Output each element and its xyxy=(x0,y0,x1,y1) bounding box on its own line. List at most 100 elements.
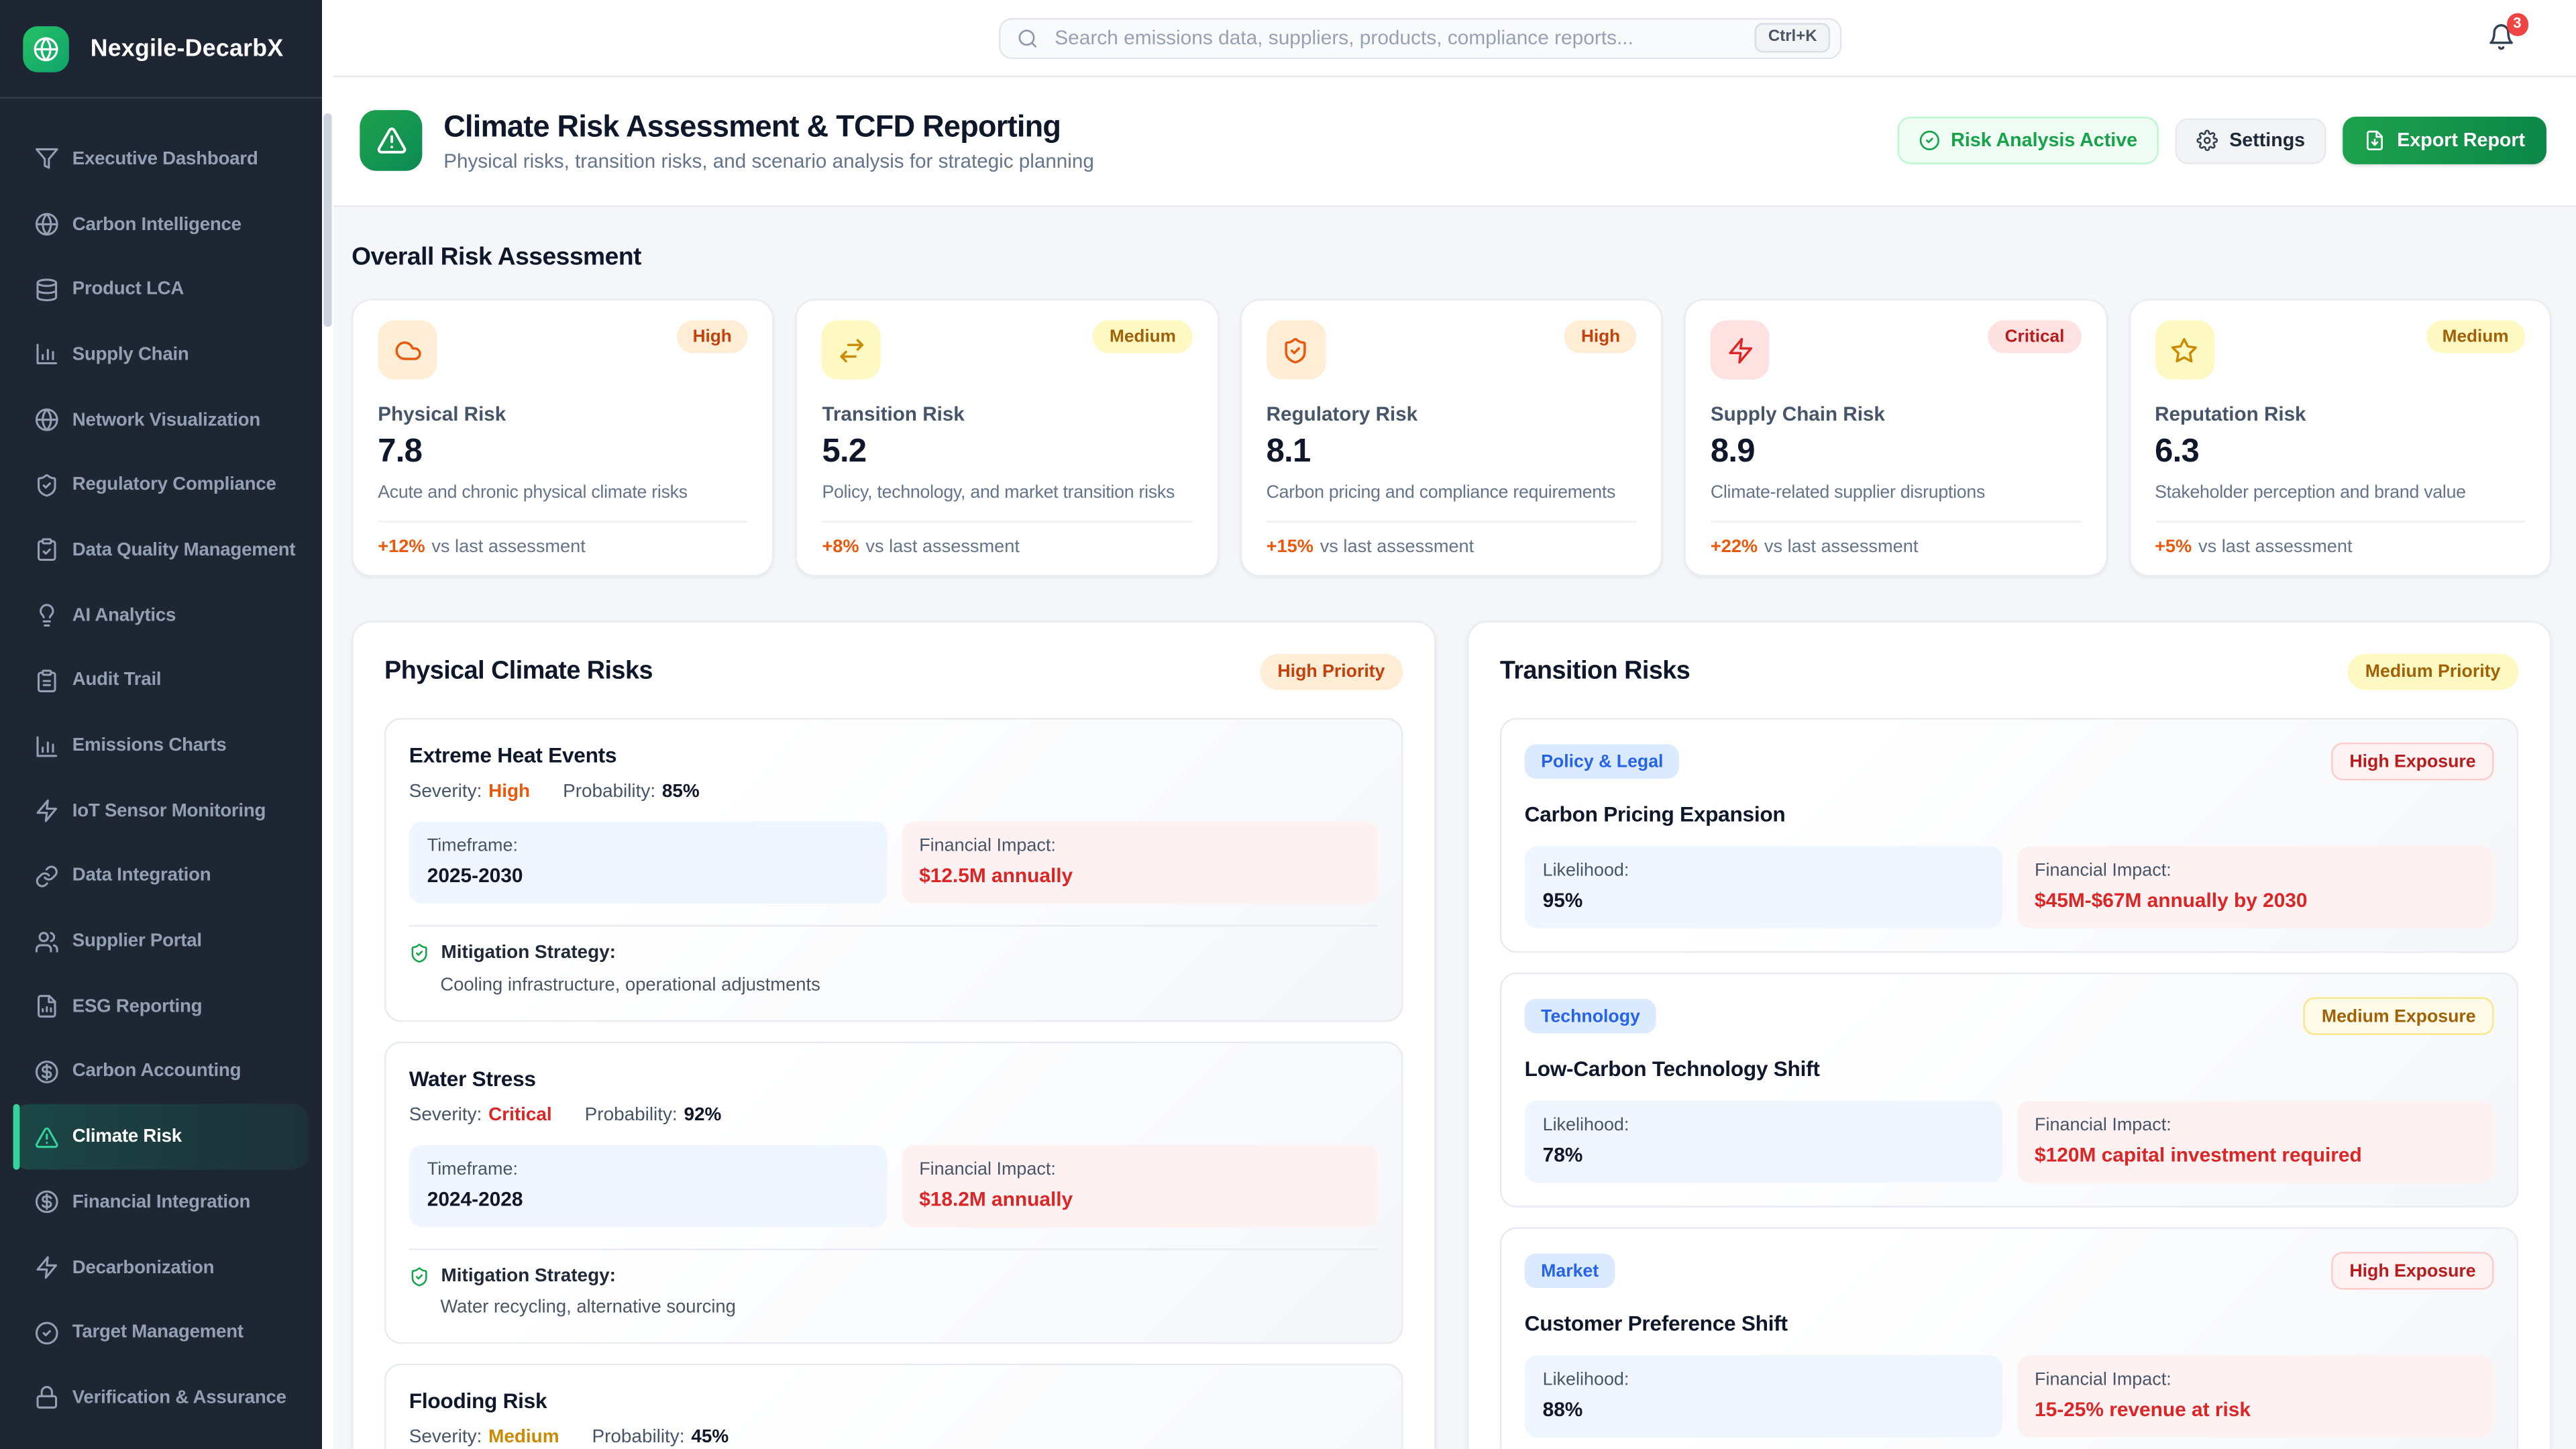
risk-card-title: Regulatory Risk xyxy=(1267,402,1637,425)
risk-summary-card: High Regulatory Risk 8.1 Carbon pricing … xyxy=(1240,299,1662,577)
sidebar-item[interactable]: Network Visualization xyxy=(13,387,309,452)
globe-icon xyxy=(33,36,59,62)
export-report-button[interactable]: Export Report xyxy=(2343,117,2546,164)
physical-risk-card: Flooding Risk Severity:Medium Probabilit… xyxy=(384,1364,1403,1449)
sidebar-item[interactable]: Data Integration xyxy=(13,844,309,909)
timeframe-value: 2025-2030 xyxy=(427,864,869,887)
global-search[interactable]: Ctrl+K xyxy=(999,17,1841,58)
category-badge: Policy & Legal xyxy=(1525,744,1680,778)
transition-risk-card: Technology Medium Exposure Low-Carbon Te… xyxy=(1500,973,2518,1208)
sidebar-item[interactable]: Decarbonization xyxy=(13,1235,309,1300)
timeframe-box: Timeframe: 2024-2028 xyxy=(409,1144,886,1226)
zap-icon xyxy=(34,799,59,824)
sidebar-item[interactable]: Audit Trail xyxy=(13,648,309,713)
search-icon xyxy=(1017,27,1038,48)
file-down-icon xyxy=(2364,129,2385,151)
risk-score-value: 8.1 xyxy=(1267,434,1637,472)
sidebar-item-label: Network Visualization xyxy=(72,410,260,429)
page-header: Climate Risk Assessment & TCFD Reporting… xyxy=(333,76,2576,207)
risk-summary-card: High Physical Risk 7.8 Acute and chronic… xyxy=(352,299,774,577)
mitigation-label: Mitigation Strategy: xyxy=(441,943,616,963)
risk-score-value: 6.3 xyxy=(2155,434,2525,472)
financial-impact-box: Financial Impact: $12.5M annually xyxy=(901,821,1378,903)
financial-impact-value: $45M-$67M annually by 2030 xyxy=(2035,889,2476,912)
sidebar-item-label: ESG Reporting xyxy=(72,997,203,1016)
severity-label: Severity: xyxy=(409,1105,482,1124)
file-chart-icon xyxy=(34,994,59,1019)
sidebar-item[interactable]: Executive Dashboard xyxy=(13,127,309,192)
check-circle-icon xyxy=(34,1320,59,1345)
delta-value: +22% xyxy=(1711,537,1758,557)
climate-risk-dashboard: Nexgile-DecarbX Executive Dashboard Carb… xyxy=(0,0,2576,1449)
settings-button[interactable]: Settings xyxy=(2175,117,2326,164)
physical-risks-panel: Physical Climate Risks High Priority Ext… xyxy=(352,621,1436,1449)
sidebar-item[interactable]: Supplier Portal xyxy=(13,909,309,974)
page-icon-tile xyxy=(360,110,422,171)
severity-value: High xyxy=(488,782,530,802)
sidebar-scrollbar-thumb[interactable] xyxy=(323,113,331,327)
sidebar-item[interactable]: Emissions Charts xyxy=(13,713,309,778)
financial-impact-label: Financial Impact: xyxy=(919,1159,1360,1179)
notifications-button[interactable]: 3 xyxy=(2487,23,2517,52)
sidebar-item-label: Data Integration xyxy=(72,867,211,886)
sidebar-item-label: Financial Integration xyxy=(72,1193,250,1212)
sidebar-item-label: Audit Trail xyxy=(72,671,162,690)
physical-panel-title: Physical Climate Risks xyxy=(384,657,653,687)
search-input[interactable] xyxy=(1051,25,1755,51)
sidebar-item[interactable]: Supply Chain xyxy=(13,322,309,387)
sidebar-item-label: Emissions Charts xyxy=(72,736,227,755)
sidebar-item-label: Decarbonization xyxy=(72,1258,215,1277)
sidebar-item[interactable]: Climate Risk xyxy=(13,1104,309,1169)
financial-impact-value: 15-25% revenue at risk xyxy=(2035,1398,2476,1421)
risk-panels: Physical Climate Risks High Priority Ext… xyxy=(352,621,2551,1449)
sidebar-item[interactable]: Target Management xyxy=(13,1300,309,1365)
keyboard-shortcut-badge: Ctrl+K xyxy=(1755,23,1830,53)
link-icon xyxy=(34,864,59,889)
risk-summary-card: Critical Supply Chain Risk 8.9 Climate-r… xyxy=(1684,299,2107,577)
physical-risk-name: Flooding Risk xyxy=(409,1388,1379,1413)
physical-risk-name: Water Stress xyxy=(409,1065,1379,1090)
exposure-badge: High Exposure xyxy=(2331,743,2493,780)
risk-delta: +12% vs last assessment xyxy=(378,537,748,557)
sidebar-item[interactable]: Regulatory Compliance xyxy=(13,453,309,518)
risk-delta: +5%vs last assessment xyxy=(2155,537,2525,557)
sidebar-item-label: Data Quality Management xyxy=(72,541,296,560)
sidebar-item[interactable]: IoT Sensor Monitoring xyxy=(13,779,309,844)
risk-level-badge: Medium xyxy=(2426,321,2525,354)
sidebar-item[interactable]: ESG Reporting xyxy=(13,974,309,1039)
financial-impact-label: Financial Impact: xyxy=(2035,1116,2476,1135)
delta-value: +15% xyxy=(1267,537,1313,557)
category-badge: Market xyxy=(1525,1254,1615,1288)
delta-suffix: vs last assessment xyxy=(865,537,1020,557)
timeframe-box: Timeframe: 2025-2030 xyxy=(409,821,886,903)
divider xyxy=(378,521,748,522)
bar-chart-icon xyxy=(34,342,59,367)
brand: Nexgile-DecarbX xyxy=(0,0,322,99)
transition-risk-card: Policy & Legal High Exposure Carbon Pric… xyxy=(1500,718,2518,953)
risk-score-value: 7.8 xyxy=(378,434,748,472)
zap-icon xyxy=(34,1255,59,1280)
sidebar-item[interactable]: Carbon Accounting xyxy=(13,1039,309,1104)
risk-card-description: Stakeholder perception and brand value xyxy=(2155,483,2525,502)
sidebar-item[interactable]: Carbon Intelligence xyxy=(13,192,309,257)
transition-risk-name: Carbon Pricing Expansion xyxy=(1525,802,2494,826)
risk-level-badge: High xyxy=(676,321,748,354)
delta-suffix: vs last assessment xyxy=(431,537,586,557)
database-icon xyxy=(34,277,59,302)
priority-badge: Medium Priority xyxy=(2347,654,2518,690)
zap-icon xyxy=(1711,321,1770,380)
risk-delta: +8%vs last assessment xyxy=(822,537,1192,557)
sidebar-item[interactable]: Verification & Assurance xyxy=(13,1365,309,1430)
delta-value: +12% xyxy=(378,537,425,557)
sidebar-item[interactable]: Financial Integration xyxy=(13,1170,309,1235)
transition-risk-name: Customer Preference Shift xyxy=(1525,1311,2494,1336)
sidebar-item[interactable]: Product LCA xyxy=(13,257,309,322)
divider xyxy=(1267,521,1637,522)
alert-triangle-icon xyxy=(376,125,407,156)
header-actions: Risk Analysis Active Settings Export Rep… xyxy=(1896,117,2546,164)
category-badge: Technology xyxy=(1525,999,1657,1033)
sidebar-item[interactable]: Data Quality Management xyxy=(13,518,309,583)
sidebar-item[interactable]: AI Analytics xyxy=(13,583,309,648)
sidebar-item-label: Product LCA xyxy=(72,280,184,299)
divider xyxy=(409,1248,1379,1249)
